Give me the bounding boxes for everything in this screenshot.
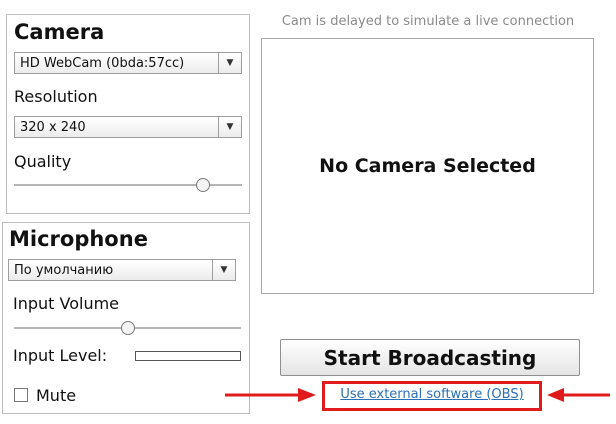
input-volume-slider-thumb[interactable]: [120, 321, 135, 335]
external-software-obs-link[interactable]: Use external software (OBS): [322, 387, 542, 402]
input-level-meter: [135, 351, 241, 361]
mute-label: Mute: [36, 386, 77, 405]
input-level-label: Input Level:: [13, 346, 108, 365]
input-volume-slider[interactable]: [14, 321, 241, 335]
chevron-down-icon: ▼: [212, 260, 235, 280]
camera-device-select[interactable]: HD WebCam (0bda:57cc) ▼: [14, 52, 242, 74]
quality-label: Quality: [14, 152, 72, 171]
red-arrow-icon: [547, 388, 610, 402]
chevron-down-icon: ▼: [218, 117, 241, 137]
delay-notice: Cam is delayed to simulate a live connec…: [281, 14, 575, 29]
mute-checkbox[interactable]: [14, 388, 28, 402]
microphone-panel: Microphone По умолчанию ▼ Input Volume I…: [2, 222, 250, 414]
camera-heading: Camera: [14, 20, 105, 44]
microphone-device-value: По умолчанию: [14, 262, 114, 278]
camera-device-value: HD WebCam (0bda:57cc): [20, 55, 185, 71]
camera-preview: No Camera Selected: [261, 38, 594, 294]
chevron-down-icon: ▼: [218, 53, 241, 73]
resolution-value: 320 x 240: [20, 119, 86, 135]
microphone-device-select[interactable]: По умолчанию ▼: [8, 259, 236, 281]
quality-slider[interactable]: [14, 178, 242, 192]
no-camera-message: No Camera Selected: [319, 155, 536, 177]
resolution-select[interactable]: 320 x 240 ▼: [14, 116, 242, 138]
resolution-label: Resolution: [14, 87, 98, 106]
microphone-heading: Microphone: [9, 227, 148, 251]
red-arrow-icon: [225, 388, 316, 402]
quality-slider-thumb[interactable]: [196, 178, 211, 192]
input-volume-label: Input Volume: [13, 294, 120, 313]
start-broadcasting-button[interactable]: Start Broadcasting: [280, 339, 580, 376]
camera-panel: Camera HD WebCam (0bda:57cc) ▼ Resolutio…: [6, 14, 250, 214]
